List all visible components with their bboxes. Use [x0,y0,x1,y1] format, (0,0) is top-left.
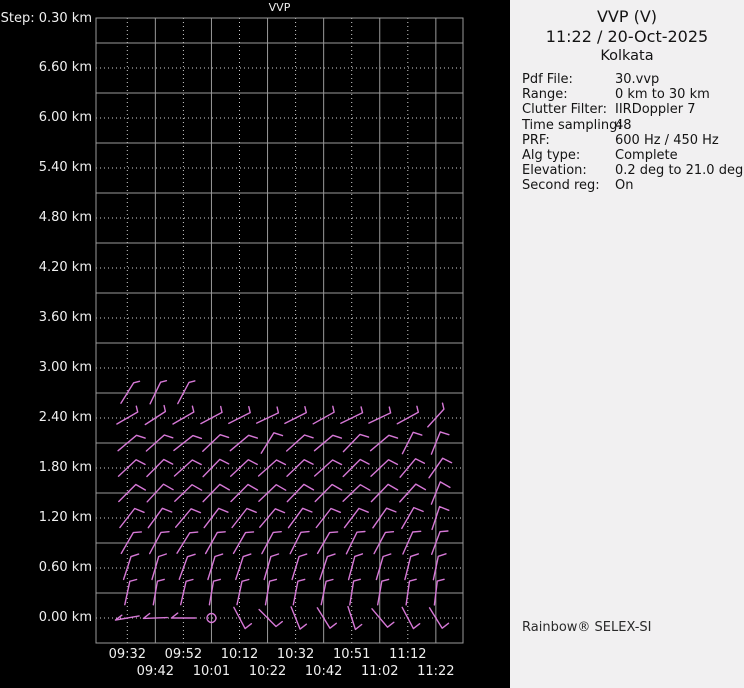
x-axis-tick-label: 09:42 [136,664,175,679]
wind-barb [263,553,280,581]
y-axis-tick-label: 6.00 km [38,110,92,125]
wind-barb [375,553,392,581]
wind-barb [284,406,307,425]
info-label: Alg type: [522,148,581,164]
y-axis-tick-label: 3.60 km [38,310,92,325]
wind-barb [340,406,364,424]
info-label: Pdf File: [522,72,573,87]
info-value: 30.vvp [615,72,660,87]
info-value: IIRDoppler 7 [615,102,696,118]
chart-title: VVP [268,1,291,14]
info-row: Clutter Filter: IIRDoppler 7 [522,102,744,117]
wind-barb [180,578,194,606]
y-axis-tick-label: 2.40 km [38,410,92,425]
info-label: PRF: [522,132,550,148]
wind-barb [347,605,363,631]
wind-barb [149,380,168,405]
info-row: Pdf File: 30.vvp [522,72,744,87]
y-axis-tick-label: 0.00 km [38,610,92,625]
y-axis-tick-label: 1.20 km [38,510,92,525]
wind-barb [404,553,419,581]
x-axis-tick-label: 11:22 [417,664,455,679]
wind-barb [319,553,336,581]
info-label: Elevation: [522,163,587,179]
wind-barb [177,380,196,405]
wind-barb [432,553,447,581]
info-value: 600 Hz / 450 Hz [615,132,719,148]
info-row: Elevation: 0.2 deg to 21.0 deg [522,163,744,178]
wind-barb [173,459,202,477]
wind-barb [396,405,419,425]
info-label: Second reg: [522,178,600,194]
info-value: Complete [615,148,678,164]
info-rows: Pdf File: 30.vvp Range: 0 km to 30 km Clutte… [510,72,744,194]
x-axis-tick-label: 11:12 [389,647,427,662]
x-axis-tick-label: 09:32 [108,647,147,662]
wind-barb [170,612,197,619]
x-axis-tick-label: 10:12 [220,647,259,662]
y-axis-tick-label: 3.00 km [38,360,92,375]
info-panel: VVP (V) 11:22 / 20-Oct-2025 Kolkata Pdf … [510,0,744,688]
x-axis-tick-label: 10:42 [304,664,343,679]
wind-barb [320,578,334,606]
wind-barb [371,608,395,628]
y-axis-tick-label: 0.60 km [38,560,92,575]
wind-barb [347,553,364,581]
x-axis-tick-label: 10:51 [332,647,371,662]
wind-barb [207,553,224,581]
y-axis-tick-label: 6.60 km [38,60,92,75]
y-axis-tick-label: 4.80 km [38,210,92,225]
info-row: Range: 0 km to 30 km [522,87,744,102]
info-row: Second reg: On [522,178,744,193]
wind-barb [116,405,139,425]
info-row: Alg type: Complete [522,148,744,163]
wind-barb [117,459,146,477]
wind-barb [230,459,258,477]
wind-barb [291,553,308,581]
wind-barb [124,578,138,606]
panel-site: Kolkata [600,48,654,64]
x-axis-tick-label: 10:22 [248,664,287,679]
info-value: 48 [615,117,632,133]
brand-footer: Rainbow® SELEX-SI [522,620,652,635]
y-axis-tick-label: 1.80 km [38,460,92,475]
wind-barb [235,553,252,581]
vvp-window: VVP Step: 0.30 km 6.60 km 6.00 km 5.40 km 4… [0,0,744,688]
info-label: Time sampling: [522,117,622,133]
info-row: Time sampling: 48 [522,118,744,133]
panel-datetime: 11:22 / 20-Oct-2025 [545,27,709,46]
wind-barb [258,608,283,628]
wind-barb [178,553,196,580]
wind-barb [114,614,140,621]
wind-barb [349,578,361,606]
info-row: PRF: 600 Hz / 450 Hz [522,133,744,148]
info-label: Clutter Filter: [522,102,607,118]
y-axis-step-label: Step: 0.30 km [0,11,92,26]
x-axis-tick-label: 10:01 [192,664,231,679]
panel-title: VVP (V) [596,7,658,26]
wind-barb [151,553,167,581]
wind-barb [172,405,195,425]
wind-barb [236,578,250,606]
x-axis-tick-label: 11:02 [361,664,399,679]
wind-barb [228,406,251,425]
wind-barb [120,380,141,404]
info-value: On [615,178,634,194]
wind-barb [122,553,140,581]
info-value: 0 km to 30 km [615,87,710,103]
wind-barb [405,578,417,606]
wind-barb [292,578,306,606]
y-axis-tick-label: 4.20 km [38,260,92,275]
y-axis-tick-label: 5.40 km [38,160,92,175]
info-label: Range: [522,87,568,103]
x-axis-tick-label: 10:32 [276,647,315,662]
info-value: 0.2 deg to 21.0 deg [615,163,744,179]
x-axis-tick-label: 09:52 [164,647,203,662]
